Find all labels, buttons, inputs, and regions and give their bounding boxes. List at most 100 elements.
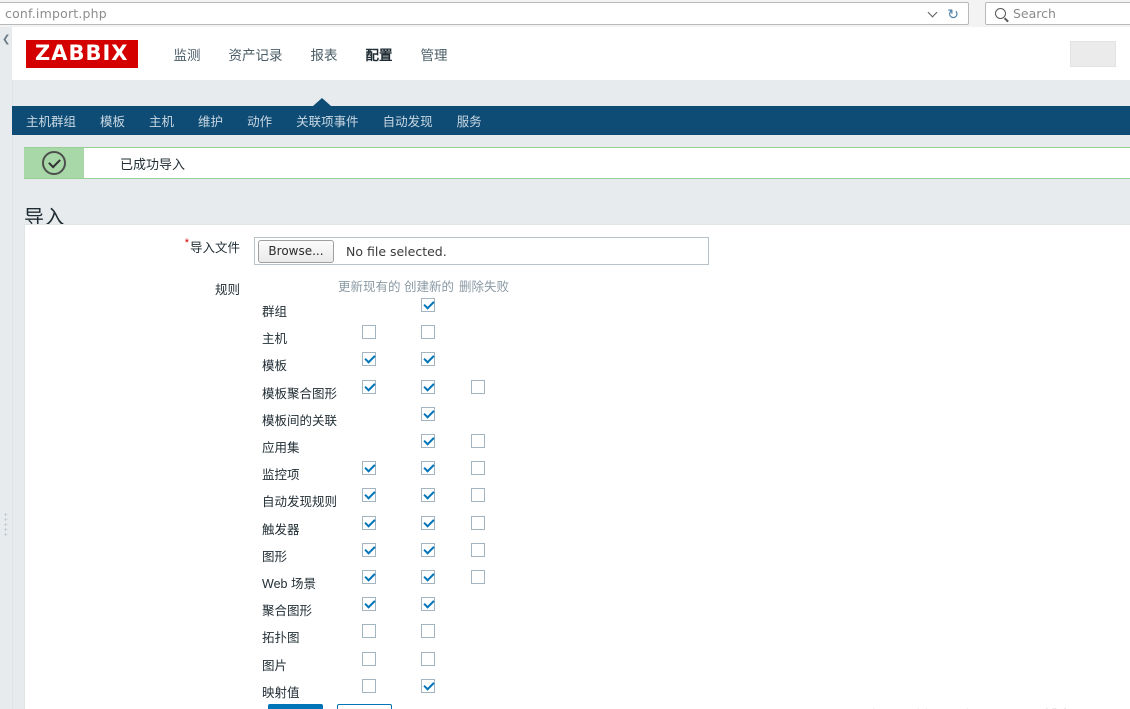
browser-search-box[interactable]: Search [985, 2, 1130, 25]
import-submit-button[interactable]: 导入 [268, 704, 324, 709]
rules-label: 规则 [214, 283, 240, 297]
rule-checkbox-create[interactable] [421, 325, 435, 340]
rule-checkbox-update[interactable] [362, 352, 376, 367]
rule-checkbox-delete[interactable] [471, 570, 485, 584]
subnav-item-correlation[interactable]: 关联项事件 [284, 111, 371, 130]
subnav-item-host-groups[interactable]: 主机群组 [12, 111, 88, 130]
rule-name: Web 场景 [262, 577, 316, 591]
rule-name: 拓扑图 [262, 631, 300, 646]
nav-item-configuration[interactable]: 配置 [352, 44, 407, 64]
rule-checkbox-create[interactable] [421, 406, 435, 421]
rule-row: 模板 [0, 352, 560, 379]
subnav-item-hosts[interactable]: 主机 [137, 111, 186, 130]
rule-checkbox-create[interactable] [421, 624, 435, 639]
subnav-item-templates[interactable]: 模板 [88, 111, 137, 130]
rule-checkbox-delete[interactable] [471, 461, 485, 476]
import-file-label: *导入文件 [24, 237, 254, 256]
rule-checkbox-update[interactable] [362, 570, 376, 584]
rule-checkbox-create[interactable] [421, 461, 435, 476]
rule-name: 模板 [262, 359, 288, 374]
rule-checkbox-update[interactable] [362, 488, 376, 503]
rule-row: 模板间的关联 [0, 406, 560, 434]
check-mark-icon [47, 155, 61, 168]
rule-checkbox-update[interactable] [362, 542, 376, 557]
rule-name: 图形 [262, 549, 288, 564]
rule-checkbox-create[interactable] [421, 434, 435, 448]
success-icon-block [24, 148, 84, 178]
rule-name: 自动发现规则 [262, 495, 338, 510]
rule-checkbox-update[interactable] [362, 624, 376, 639]
rule-row: 聚合图形 [0, 597, 560, 624]
rule-checkbox-update[interactable] [362, 325, 376, 340]
rule-checkbox-create[interactable] [421, 515, 435, 530]
rule-checkbox-create[interactable] [421, 597, 435, 612]
rule-row: 监控项 [0, 461, 560, 488]
reload-icon[interactable]: ↻ [947, 7, 959, 21]
rule-checkbox-update[interactable] [362, 515, 376, 530]
rule-name: 模板聚合图形 [262, 386, 338, 401]
rule-checkbox-create[interactable] [421, 651, 435, 666]
rule-name: 群组 [262, 305, 288, 319]
success-message-text: 已成功导入 [120, 156, 186, 172]
url-bar-actions: ↻ [929, 7, 968, 21]
primary-nav: 监测 资产记录 报表 配置 管理 [160, 44, 462, 64]
subnav-item-maintenance[interactable]: 维护 [186, 111, 235, 130]
rule-row: 主机 [0, 325, 560, 352]
rule-checkbox-create[interactable] [421, 678, 435, 693]
check-circle-icon [42, 151, 66, 175]
rule-checkbox-delete[interactable] [471, 488, 485, 503]
cancel-button[interactable]: 取消 [337, 704, 393, 709]
rule-name: 触发器 [262, 522, 300, 537]
rule-name: 监控项 [262, 468, 300, 483]
rule-checkbox-delete[interactable] [471, 434, 485, 448]
file-selected-status: No file selected. [346, 243, 447, 259]
column-header-update-existing: 更新现有的 [338, 280, 401, 294]
rule-checkbox-update[interactable] [362, 597, 376, 612]
header-search-field[interactable] [1070, 41, 1116, 67]
browse-button[interactable]: Browse... [258, 239, 334, 263]
nav-item-administration[interactable]: 管理 [407, 44, 462, 64]
search-icon [995, 8, 1006, 19]
rule-row: Web 场景 [0, 570, 560, 597]
rule-checkbox-update[interactable] [362, 651, 376, 666]
rule-checkbox-create[interactable] [421, 488, 435, 503]
rule-checkbox-create[interactable] [421, 352, 435, 367]
browser-search-placeholder: Search [1013, 6, 1056, 21]
file-input-field[interactable]: Browse... No file selected. [254, 237, 709, 265]
rule-checkbox-update[interactable] [362, 461, 376, 476]
rule-name: 聚合图形 [262, 604, 313, 619]
rule-name: 模板间的关联 [262, 413, 338, 428]
rule-checkbox-delete[interactable] [471, 379, 485, 394]
url-bar[interactable]: conf.import.php ↻ [0, 2, 969, 25]
success-message-banner: 已成功导入 [24, 147, 1130, 179]
chevron-down-icon[interactable] [929, 9, 938, 18]
subnav-item-discovery[interactable]: 自动发现 [371, 111, 445, 130]
rule-checkbox-update[interactable] [362, 379, 376, 394]
url-text: conf.import.php [5, 6, 107, 21]
rule-row: 模板聚合图形 [0, 379, 560, 407]
rule-checkbox-create[interactable] [421, 542, 435, 557]
rule-row: 应用集 [0, 434, 560, 461]
rule-row: 群组 [0, 298, 560, 325]
nav-item-monitoring[interactable]: 监测 [160, 44, 215, 64]
nav-item-reports[interactable]: 报表 [297, 44, 352, 64]
subnav-item-actions[interactable]: 动作 [235, 111, 284, 130]
subnav-item-services[interactable]: 服务 [445, 111, 494, 130]
form-actions: 导入 取消 [268, 704, 393, 709]
collapse-arrow-icon[interactable]: ❮ [2, 35, 10, 45]
rule-checkbox-create[interactable] [421, 298, 435, 312]
rule-checkbox-update[interactable] [362, 678, 376, 693]
secondary-nav: 主机群组 模板 主机 维护 动作 关联项事件 自动发现 服务 [12, 98, 1130, 135]
rule-checkbox-create[interactable] [421, 379, 435, 394]
rule-row: 自动发现规则 [0, 488, 560, 515]
rule-checkbox-delete[interactable] [471, 542, 485, 557]
import-file-label-text: 导入文件 [189, 241, 240, 255]
rule-checkbox-create[interactable] [421, 570, 435, 584]
rule-checkbox-delete[interactable] [471, 515, 485, 530]
rule-row: 拓扑图 [0, 624, 560, 651]
rule-name: 映射值 [262, 685, 300, 700]
zabbix-logo[interactable]: ZABBIX [26, 39, 138, 68]
rule-row: 图形 [0, 542, 560, 570]
rule-row: 映射值 [0, 678, 560, 706]
nav-item-inventory[interactable]: 资产记录 [215, 44, 297, 64]
